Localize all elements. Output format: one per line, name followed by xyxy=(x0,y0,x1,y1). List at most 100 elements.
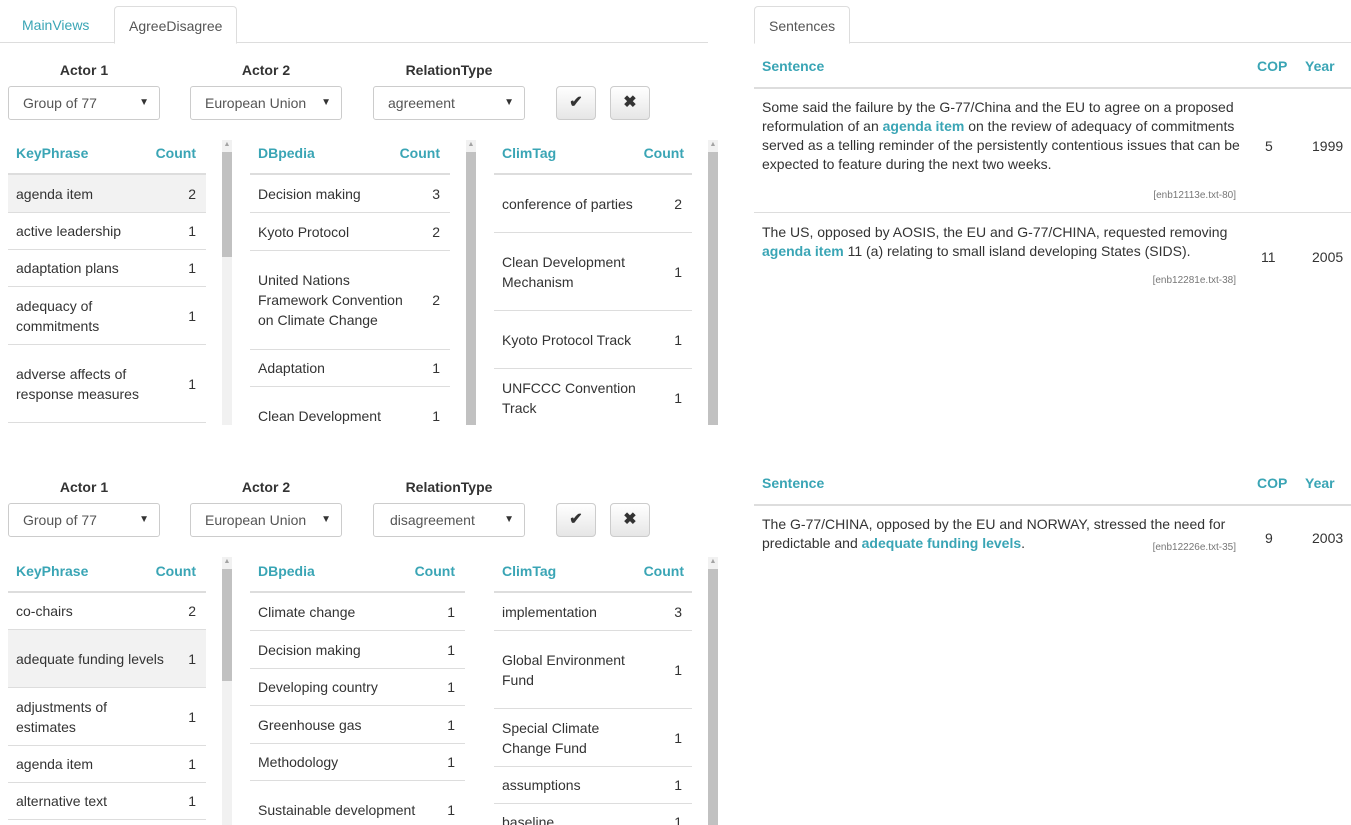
row-count: 3 xyxy=(432,185,440,202)
table-row[interactable]: Sustainable development 1 xyxy=(250,781,465,825)
chevron-down-icon: ▼ xyxy=(504,514,514,525)
actor2-select[interactable]: European Union ▼ xyxy=(190,503,342,537)
table-row[interactable]: co-chairs 2 xyxy=(8,593,206,630)
table-row[interactable]: Greenhouse gas 1 xyxy=(250,706,465,744)
table-row[interactable]: Climate change 1 xyxy=(250,593,465,631)
table-row[interactable]: Clean Development Mechanism 1 xyxy=(494,233,692,311)
relation-select[interactable]: disagreement ▼ xyxy=(373,503,525,537)
clear-button[interactable]: ✖ xyxy=(610,503,650,537)
table-row[interactable]: baseline 1 xyxy=(494,804,692,825)
col-header-count[interactable]: Count xyxy=(400,145,440,161)
col-header-dbpedia[interactable]: DBpedia xyxy=(258,145,315,161)
col-header-climtag[interactable]: ClimTag xyxy=(502,145,556,161)
sentence-row[interactable]: The US, opposed by AOSIS, the EU and G-7… xyxy=(754,213,1351,297)
row-name: adjustments of estimates xyxy=(16,698,108,735)
row-name: Kyoto Protocol xyxy=(258,223,350,240)
col-header-year[interactable]: Year xyxy=(1305,58,1335,74)
chevron-down-icon: ▼ xyxy=(139,514,149,525)
scrollbar-thumb[interactable] xyxy=(222,152,232,257)
row-count: 2 xyxy=(674,195,682,212)
row-count: 1 xyxy=(674,390,682,406)
scroll-up-icon[interactable]: ▲ xyxy=(708,557,718,567)
col-header-dbpedia[interactable]: DBpedia xyxy=(258,563,315,579)
table-row[interactable]: Decision making 3 xyxy=(250,175,450,213)
relation-select[interactable]: agreement ▼ xyxy=(373,86,525,120)
scrollbar-thumb[interactable] xyxy=(466,152,476,425)
table-row[interactable]: adaptation plans 1 xyxy=(8,250,206,287)
clear-button[interactable]: ✖ xyxy=(610,86,650,120)
col-header-count[interactable]: Count xyxy=(156,563,196,579)
col-header-sentence[interactable]: Sentence xyxy=(762,475,824,491)
table-row[interactable]: Methodology 1 xyxy=(250,744,465,781)
scroll-up-icon[interactable]: ▲ xyxy=(222,557,232,567)
scrollbar[interactable]: ▲ xyxy=(222,557,232,825)
row-count: 1 xyxy=(188,260,196,276)
scrollbar[interactable]: ▲ xyxy=(708,140,718,425)
tab-agree-disagree[interactable]: AgreeDisagree xyxy=(114,6,238,44)
col-header-climtag[interactable]: ClimTag xyxy=(502,563,556,579)
table-row[interactable]: alternative text 1 xyxy=(8,783,206,820)
col-header-count[interactable]: Count xyxy=(156,145,196,161)
actor1-select[interactable]: Group of 77 ▼ xyxy=(8,503,160,537)
col-header-keyphrase[interactable]: KeyPhrase xyxy=(16,563,88,579)
scrollbar[interactable]: ▲ xyxy=(708,557,718,825)
row-count: 1 xyxy=(447,603,455,620)
col-header-cop[interactable]: COP xyxy=(1257,475,1287,491)
table-row[interactable]: conference of parties 2 xyxy=(494,175,692,233)
row-name: agenda item xyxy=(16,185,94,202)
col-header-year[interactable]: Year xyxy=(1305,475,1335,491)
row-name: assumptions xyxy=(502,777,581,793)
actor1-select[interactable]: Group of 77 ▼ xyxy=(8,86,160,120)
table-row[interactable]: assumptions 1 xyxy=(494,767,692,804)
scrollbar[interactable]: ▲ xyxy=(222,140,232,425)
scrollbar-thumb[interactable] xyxy=(708,152,718,425)
apply-button[interactable]: ✔ xyxy=(556,86,596,120)
times-icon: ✖ xyxy=(623,94,637,111)
sentence-row[interactable]: The G-77/CHINA, opposed by the EU and NO… xyxy=(754,506,1351,570)
scroll-up-icon[interactable]: ▲ xyxy=(466,140,476,150)
tab-main-views[interactable]: MainViews xyxy=(8,6,103,44)
table-row[interactable]: Decision making 1 xyxy=(250,631,465,669)
scroll-up-icon[interactable]: ▲ xyxy=(222,140,232,150)
row-name: Sustainable development xyxy=(258,801,416,818)
col-header-count[interactable]: Count xyxy=(415,563,455,579)
table-row[interactable]: adequate funding levels 1 xyxy=(8,630,206,688)
scrollbar-thumb[interactable] xyxy=(222,569,232,681)
table-row[interactable]: Special Climate Change Fund 1 xyxy=(494,709,692,767)
table-row[interactable]: Kyoto Protocol Track 1 xyxy=(494,311,692,369)
table-row[interactable]: Clean Development 1 xyxy=(250,387,450,425)
table-row[interactable]: Adaptation 1 xyxy=(250,350,450,387)
scrollbar-thumb[interactable] xyxy=(708,569,718,825)
row-count: 1 xyxy=(432,407,440,424)
table-row[interactable]: adverse affects of response measures 1 xyxy=(8,345,206,423)
table-row[interactable]: Global Environment Fund 1 xyxy=(494,631,692,709)
table-row[interactable]: implementation 3 xyxy=(494,593,692,631)
scroll-up-icon[interactable]: ▲ xyxy=(708,140,718,150)
row-count: 1 xyxy=(447,801,455,818)
col-header-sentence[interactable]: Sentence xyxy=(762,58,824,74)
sentence-row[interactable]: Some said the failure by the G-77/China … xyxy=(754,89,1351,213)
row-count: 1 xyxy=(674,729,682,746)
table-header: DBpedia Count xyxy=(250,551,465,593)
table-row[interactable]: agenda item 2 xyxy=(8,175,206,213)
row-name: Clean Development Mechanism xyxy=(502,253,625,290)
table-row[interactable]: adjustments of estimates 1 xyxy=(8,688,206,746)
scrollbar[interactable]: ▲ xyxy=(466,140,476,425)
table-row[interactable]: Developing country 1 xyxy=(250,669,465,706)
actor2-select[interactable]: European Union ▼ xyxy=(190,86,342,120)
table-row[interactable]: active leadership 1 xyxy=(8,213,206,250)
table-row[interactable]: Kyoto Protocol 2 xyxy=(250,213,450,251)
apply-button[interactable]: ✔ xyxy=(556,503,596,537)
col-header-count[interactable]: Count xyxy=(644,145,684,161)
col-header-keyphrase[interactable]: KeyPhrase xyxy=(16,145,88,161)
row-name: United Nations Framework Convention on C… xyxy=(258,272,403,328)
col-header-count[interactable]: Count xyxy=(644,563,684,579)
table-row[interactable]: adequacy of commitments 1 xyxy=(8,287,206,345)
table-row[interactable]: United Nations Framework Convention on C… xyxy=(250,251,450,350)
table-row[interactable]: UNFCCC Convention Track 1 xyxy=(494,369,692,425)
table-row[interactable]: agenda item 1 xyxy=(8,746,206,783)
tab-sentences[interactable]: Sentences xyxy=(754,6,851,44)
col-header-cop[interactable]: COP xyxy=(1257,58,1287,74)
row-name: Adaptation xyxy=(258,360,325,376)
sentence-year: 2005 xyxy=(1312,249,1344,265)
